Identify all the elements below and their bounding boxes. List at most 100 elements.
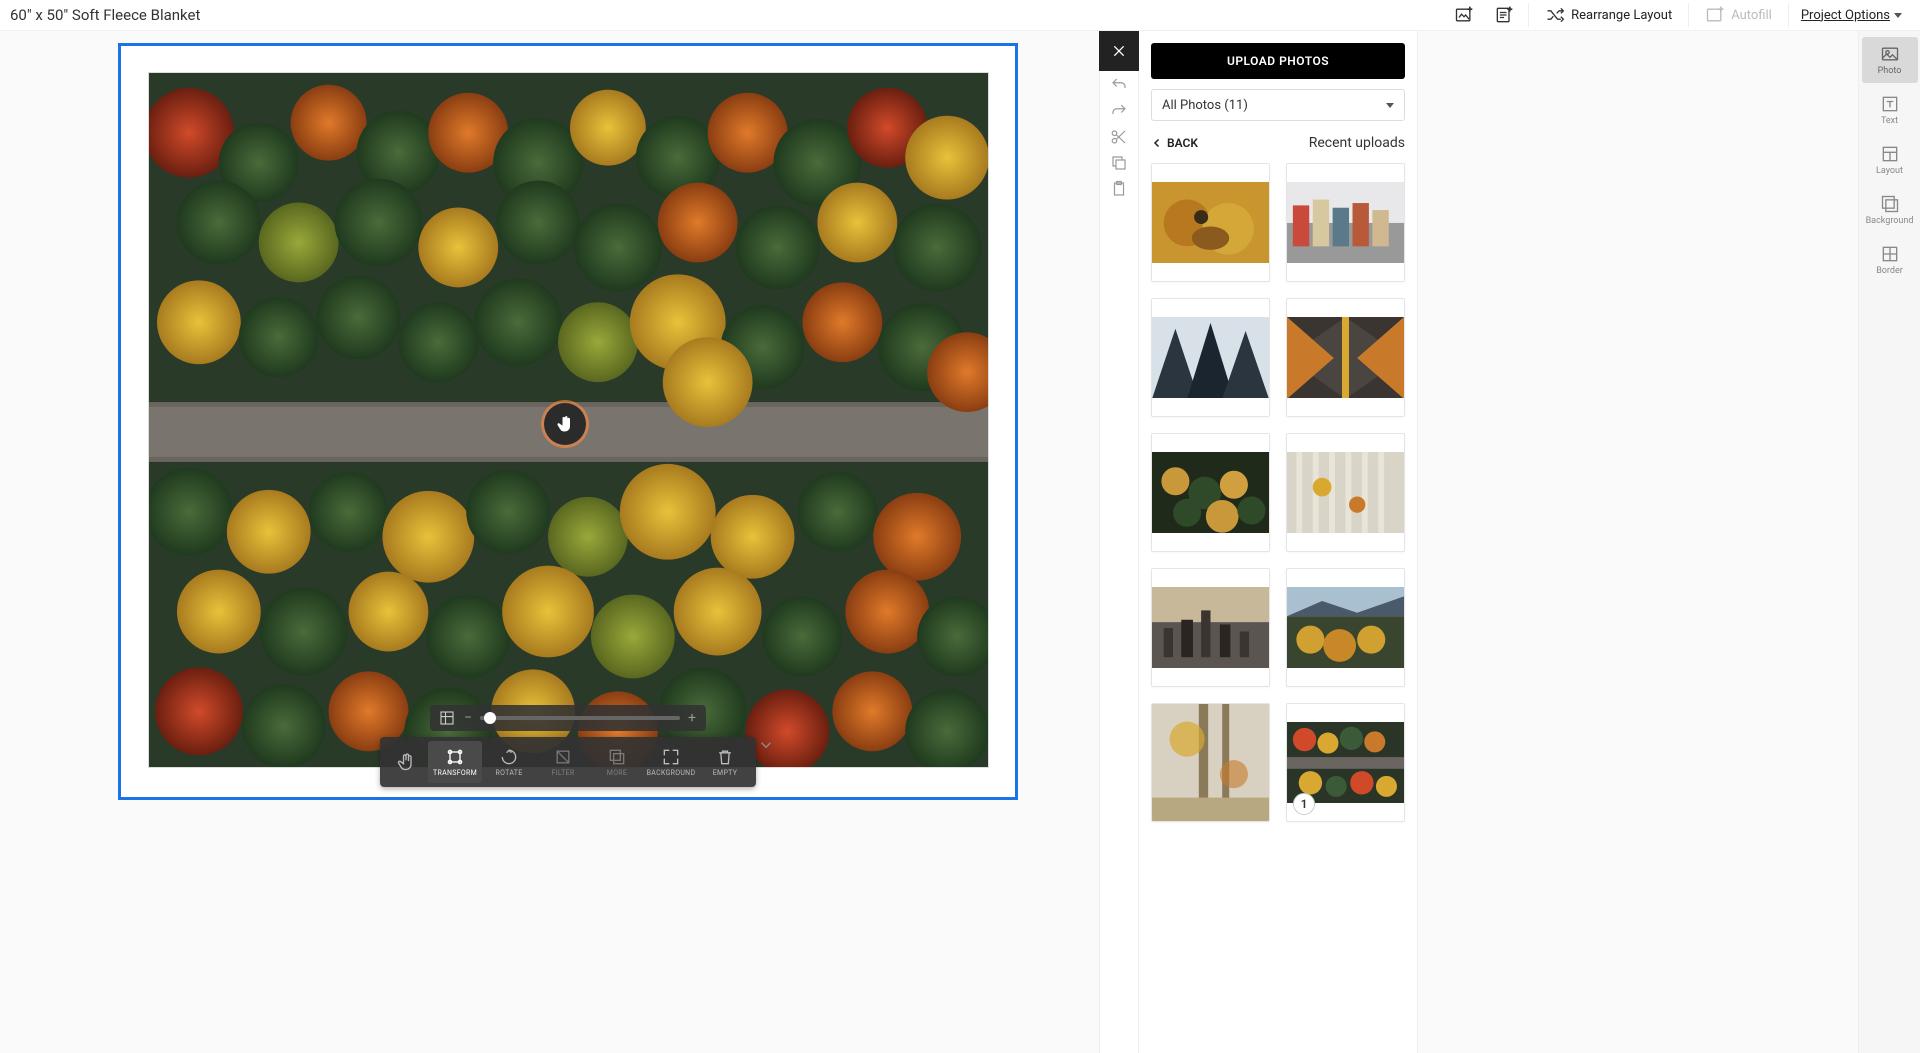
photo-thumb[interactable] <box>1286 298 1405 417</box>
rail-layout-label: Layout <box>1876 166 1903 176</box>
zoom-slider[interactable] <box>480 716 680 720</box>
border-icon <box>1880 244 1900 264</box>
rail-border-button[interactable]: Border <box>1862 237 1918 283</box>
thumb-image <box>1287 587 1404 669</box>
background-label: BACKGROUND <box>647 769 696 777</box>
rearrange-layout-button[interactable]: Rearrange Layout <box>1533 0 1684 31</box>
collapse-toolbar-button[interactable] <box>754 733 778 757</box>
top-bar-actions: Rearrange Layout Autofill Project Option… <box>1444 0 1910 31</box>
zoom-out-button[interactable]: − <box>462 710 474 726</box>
photo-filter-dropdown[interactable]: All Photos (11) <box>1151 89 1405 121</box>
product-title: 60" x 50" Soft Fleece Blanket <box>10 6 200 24</box>
close-panel-button[interactable] <box>1099 31 1139 71</box>
vertical-action-strip <box>1099 31 1139 1053</box>
panel-header-row: BACK Recent uploads <box>1151 135 1405 151</box>
chevron-down-icon <box>1894 13 1902 18</box>
photo-thumb[interactable] <box>1151 568 1270 687</box>
autofill-button[interactable]: Autofill <box>1693 0 1784 31</box>
pan-handle[interactable] <box>544 403 586 445</box>
close-icon <box>1111 43 1127 59</box>
background-icon <box>1880 194 1900 214</box>
rail-photo-button[interactable]: Photo <box>1862 37 1918 83</box>
thumb-image <box>1152 452 1269 534</box>
add-photo-icon <box>1454 5 1474 25</box>
canvas-photo-slot[interactable] <box>148 72 989 768</box>
photo-thumb[interactable] <box>1151 298 1270 417</box>
layout-icon <box>1880 144 1900 164</box>
top-bar: 60" x 50" Soft Fleece Blanket Rearrange … <box>0 0 1920 31</box>
copy-button[interactable] <box>1099 151 1139 175</box>
more-tool-button[interactable]: MORE <box>590 741 644 783</box>
cut-button[interactable] <box>1099 125 1139 149</box>
hand-icon <box>396 752 416 772</box>
back-label: BACK <box>1167 136 1198 150</box>
thumb-image <box>1152 317 1269 399</box>
project-options-label: Project Options <box>1801 8 1890 23</box>
empty-label: EMPTY <box>713 769 737 777</box>
add-photo-button[interactable] <box>1444 0 1484 31</box>
redo-icon <box>1110 102 1128 120</box>
thumb-image <box>1287 722 1404 804</box>
separator <box>1528 3 1529 27</box>
separator <box>1788 3 1789 27</box>
expand-icon <box>661 747 681 767</box>
photo-thumb[interactable] <box>1286 568 1405 687</box>
pan-tool-button[interactable] <box>384 741 428 783</box>
redo-button[interactable] <box>1099 99 1139 123</box>
layers-icon <box>607 747 627 767</box>
section-title: Recent uploads <box>1309 135 1405 151</box>
thumb-image <box>1152 704 1269 821</box>
rearrange-layout-label: Rearrange Layout <box>1571 8 1672 23</box>
undo-icon <box>1110 76 1128 94</box>
chevron-down-icon <box>757 736 775 754</box>
main-area: − + TRANSFORM ROTATE <box>0 31 1920 1053</box>
photo-thumb[interactable] <box>1286 163 1405 282</box>
clipboard-icon <box>1110 180 1128 198</box>
rail-background-label: Background <box>1866 216 1914 226</box>
right-tool-rail: Photo Text Layout Background Border <box>1858 31 1920 1053</box>
photo-thumb[interactable] <box>1151 433 1270 552</box>
add-note-button[interactable] <box>1484 0 1524 31</box>
canvas-frame[interactable]: − + TRANSFORM ROTATE <box>118 43 1018 800</box>
zoom-thumb[interactable] <box>484 712 496 724</box>
fit-icon[interactable] <box>438 709 456 727</box>
transform-icon <box>445 747 465 767</box>
shuffle-icon <box>1545 5 1565 25</box>
scissors-icon <box>1110 128 1128 146</box>
upload-photos-button[interactable]: UPLOAD PHOTOS <box>1151 43 1405 79</box>
rotate-icon <box>499 747 519 767</box>
separator <box>1688 3 1689 27</box>
chevron-left-icon <box>1151 137 1163 149</box>
rotate-tool-button[interactable]: ROTATE <box>482 741 536 783</box>
thumb-image <box>1287 317 1404 399</box>
photo-thumb[interactable] <box>1151 703 1270 822</box>
autofill-icon <box>1705 5 1725 25</box>
background-tool-button[interactable]: BACKGROUND <box>644 741 698 783</box>
photo-thumb[interactable] <box>1151 163 1270 282</box>
project-options-button[interactable]: Project Options <box>1793 8 1910 23</box>
thumb-image <box>1287 182 1404 264</box>
rail-layout-button[interactable]: Layout <box>1862 137 1918 183</box>
filter-tool-button[interactable]: FILTER <box>536 741 590 783</box>
thumb-image <box>1152 182 1269 264</box>
autofill-label: Autofill <box>1731 8 1772 23</box>
rail-background-button[interactable]: Background <box>1862 187 1918 233</box>
paste-button[interactable] <box>1099 177 1139 201</box>
tool-row: TRANSFORM ROTATE FILTER MORE <box>380 737 756 787</box>
filter-icon <box>553 747 573 767</box>
zoom-in-button[interactable]: + <box>686 710 698 726</box>
empty-tool-button[interactable]: EMPTY <box>698 741 752 783</box>
copy-icon <box>1110 154 1128 172</box>
rotate-label: ROTATE <box>495 769 522 777</box>
back-button[interactable]: BACK <box>1151 136 1198 150</box>
transform-tool-button[interactable]: TRANSFORM <box>428 741 482 783</box>
transform-label: TRANSFORM <box>433 769 477 777</box>
chevron-down-icon <box>1386 103 1394 108</box>
rail-text-button[interactable]: Text <box>1862 87 1918 133</box>
photo-thumb[interactable] <box>1286 433 1405 552</box>
photo-panel: UPLOAD PHOTOS All Photos (11) BACK Recen… <box>1139 31 1418 1053</box>
photo-thumb[interactable]: 1 <box>1286 703 1405 822</box>
undo-button[interactable] <box>1099 73 1139 97</box>
rail-text-label: Text <box>1881 116 1898 126</box>
trash-icon <box>715 747 735 767</box>
